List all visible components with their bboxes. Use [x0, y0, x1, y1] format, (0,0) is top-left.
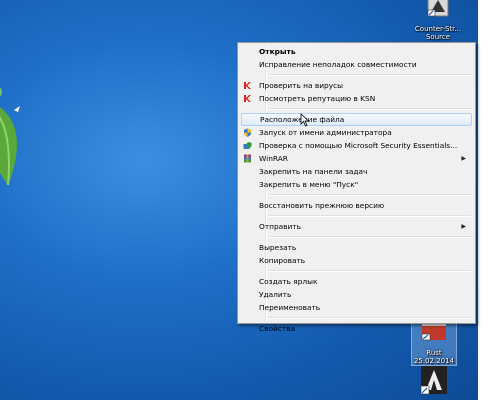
desktop-shortcut-label: Counter-Str... Source	[414, 25, 462, 41]
security-essentials-icon	[243, 141, 252, 150]
menu-item-label: Переименовать	[259, 303, 321, 312]
menu-item-ksn-reputation[interactable]: Посмотреть репутацию в KSN	[240, 92, 473, 105]
mouse-pointer-icon	[300, 113, 310, 127]
context-menu: Открыть Исправление неполадок совместимо…	[237, 42, 476, 333]
menu-item-pin-start-menu[interactable]: Закрепить в меню "Пуск"	[240, 178, 473, 191]
menu-item-label: Свойства	[259, 324, 296, 333]
counter-strike-icon	[422, 0, 454, 24]
menu-item-label: Восстановить прежнюю версию	[259, 201, 385, 210]
menu-item-label: Посмотреть репутацию в KSN	[259, 94, 376, 103]
menu-item-security-essentials-scan[interactable]: Проверка с помощью Microsoft Security Es…	[240, 139, 473, 152]
menu-item-label: Закрепить на панели задач	[259, 167, 368, 176]
menu-item-label: Копировать	[259, 256, 306, 265]
menu-item-pin-taskbar[interactable]: Закрепить на панели задач	[240, 165, 473, 178]
menu-item-scan-viruses[interactable]: Проверить на вирусы	[240, 79, 473, 92]
wallpaper-leaf-graphic	[0, 87, 20, 186]
window-edge	[478, 0, 491, 400]
submenu-arrow-icon: ▶	[461, 155, 466, 162]
menu-item-properties[interactable]: Свойства	[240, 322, 473, 335]
assassins-creed-icon	[418, 364, 450, 395]
menu-separator	[268, 194, 471, 196]
menu-item-label: Запуск от имени администратора	[259, 128, 392, 137]
menu-item-send-to[interactable]: Отправить ▶	[240, 220, 473, 233]
menu-separator	[268, 74, 471, 76]
menu-item-label: Проверка с помощью Microsoft Security Es…	[259, 141, 458, 150]
menu-item-troubleshoot-compatibility[interactable]: Исправление неполадок совместимости	[240, 58, 473, 71]
menu-item-create-shortcut[interactable]: Создать ярлык	[240, 275, 473, 288]
menu-item-label: WinRAR	[259, 154, 288, 163]
menu-separator	[268, 236, 471, 238]
menu-item-label: Отправить	[259, 222, 301, 231]
menu-separator	[268, 108, 471, 110]
desktop-shortcut[interactable]: Counter-Str... Source	[410, 0, 466, 41]
desktop-shortcut[interactable]	[412, 364, 456, 395]
menu-item-delete[interactable]: Удалить	[240, 288, 473, 301]
submenu-arrow-icon: ▶	[461, 223, 466, 230]
menu-item-winrar[interactable]: WinRAR ▶	[240, 152, 473, 165]
menu-item-file-location[interactable]: Расположение файла	[241, 113, 472, 126]
menu-item-copy[interactable]: Копировать	[240, 254, 473, 267]
kaspersky-icon	[243, 94, 252, 103]
desktop-shortcut-label: Rust 25.02.2014	[413, 349, 455, 365]
uac-shield-icon	[243, 128, 252, 137]
menu-item-label: Открыть	[259, 47, 296, 56]
kaspersky-icon	[243, 81, 252, 90]
menu-item-label: Вырезать	[259, 243, 297, 252]
menu-item-label: Закрепить в меню "Пуск"	[259, 180, 359, 189]
menu-item-open[interactable]: Открыть	[240, 45, 473, 58]
menu-separator	[268, 270, 471, 272]
menu-item-run-as-admin[interactable]: Запуск от имени администратора	[240, 126, 473, 139]
menu-item-label: Проверить на вирусы	[259, 81, 344, 90]
menu-separator	[268, 317, 471, 319]
menu-item-label: Исправление неполадок совместимости	[259, 60, 417, 69]
menu-item-rename[interactable]: Переименовать	[240, 301, 473, 314]
menu-item-cut[interactable]: Вырезать	[240, 241, 473, 254]
menu-item-label: Удалить	[259, 290, 292, 299]
menu-separator	[268, 215, 471, 217]
menu-item-label: Создать ярлык	[259, 277, 318, 286]
winrar-icon	[243, 154, 252, 163]
menu-item-restore-previous-versions[interactable]: Восстановить прежнюю версию	[240, 199, 473, 212]
